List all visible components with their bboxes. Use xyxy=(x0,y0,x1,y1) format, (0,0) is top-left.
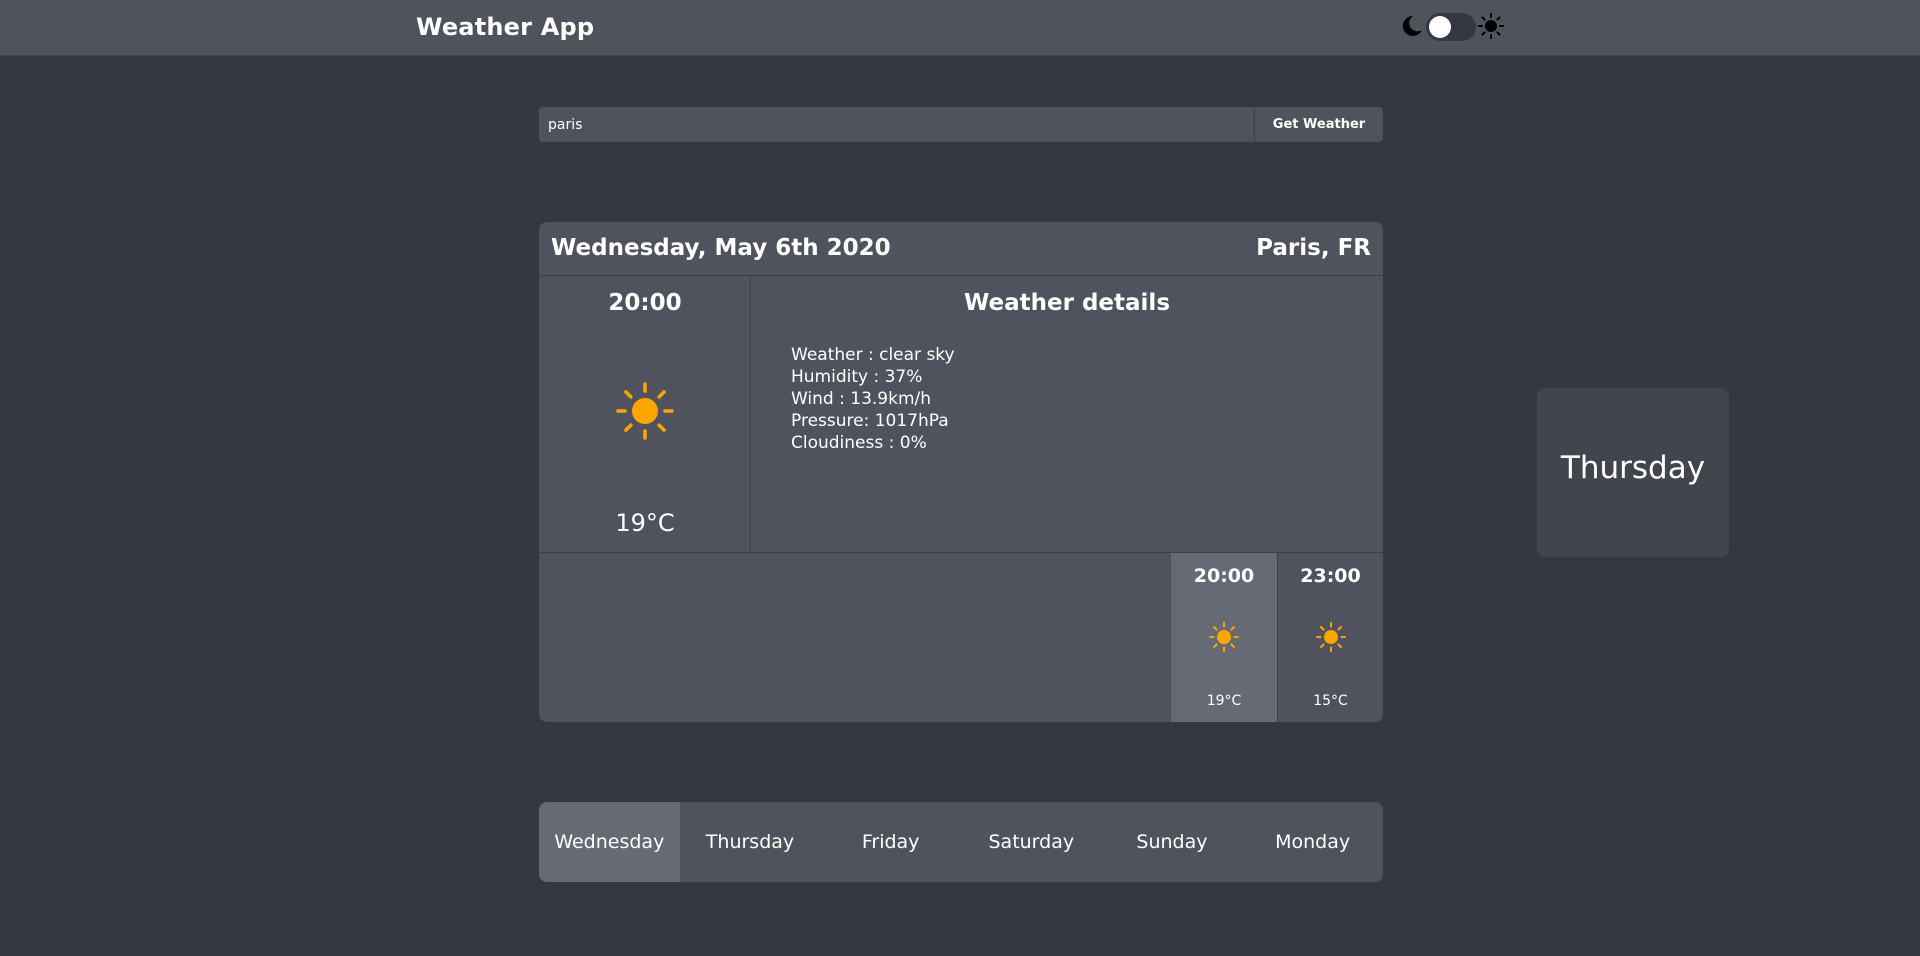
current-time: 20:00 xyxy=(608,290,682,316)
forecast-slot[interactable]: 23:00 15°C xyxy=(1277,553,1383,722)
day-tab-monday[interactable]: Monday xyxy=(1242,802,1383,882)
card-header: Wednesday, May 6th 2020 Paris, FR xyxy=(539,222,1383,276)
forecast-time: 23:00 xyxy=(1300,565,1361,587)
detail-humidity: Humidity : 37% xyxy=(791,367,923,387)
forecast-time: 20:00 xyxy=(1193,565,1255,587)
city-search-input[interactable] xyxy=(539,107,1254,142)
forecast-slot[interactable]: 20:00 19°C xyxy=(1171,553,1277,722)
day-tab-saturday[interactable]: Saturday xyxy=(961,802,1102,882)
sun-icon xyxy=(1478,13,1504,39)
day-tabs: Wednesday Thursday Friday Saturday Sunda… xyxy=(539,802,1383,882)
day-tab-thursday[interactable]: Thursday xyxy=(680,802,821,882)
next-day-preview[interactable]: Thursday xyxy=(1537,388,1729,557)
forecast-temperature: 15°C xyxy=(1313,693,1348,709)
detail-pressure: Pressure: 1017hPa xyxy=(791,411,949,431)
detail-cloudiness: Cloudiness : 0% xyxy=(791,433,927,453)
day-tab-friday[interactable]: Friday xyxy=(820,802,961,882)
detail-wind: Wind : 13.9km/h xyxy=(791,389,932,409)
day-tab-wednesday[interactable]: Wednesday xyxy=(539,802,680,882)
sun-icon xyxy=(1316,622,1346,652)
details-list: Weather : clear sky Humidity : 37% Wind … xyxy=(791,344,955,454)
theme-switch[interactable] xyxy=(1426,13,1476,41)
sun-icon xyxy=(616,382,674,440)
day-tab-sunday[interactable]: Sunday xyxy=(1102,802,1243,882)
weather-details-panel: Weather details Weather : clear sky Humi… xyxy=(751,276,1383,552)
current-temperature: 19°C xyxy=(615,509,675,537)
weather-card: Wednesday, May 6th 2020 Paris, FR 20:00 … xyxy=(539,222,1383,722)
get-weather-button[interactable]: Get Weather xyxy=(1254,107,1383,142)
app-header: Weather App xyxy=(0,0,1920,56)
theme-toggle[interactable] xyxy=(1398,11,1506,45)
theme-switch-knob xyxy=(1429,16,1451,38)
app-title: Weather App xyxy=(416,13,595,41)
card-city: Paris, FR xyxy=(1256,235,1371,261)
detail-weather: Weather : clear sky xyxy=(791,345,955,365)
forecast-temperature: 19°C xyxy=(1206,693,1242,709)
search-bar: Get Weather xyxy=(539,107,1383,142)
sun-icon xyxy=(1209,622,1239,652)
card-date: Wednesday, May 6th 2020 xyxy=(551,235,891,261)
hourly-forecast: 20:00 19°C 23:00 15°C xyxy=(539,552,1383,722)
next-day-label: Thursday xyxy=(1560,450,1706,486)
moon-icon xyxy=(1402,15,1422,36)
current-weather-panel: 20:00 19°C xyxy=(539,276,751,552)
details-title: Weather details xyxy=(963,290,1171,316)
